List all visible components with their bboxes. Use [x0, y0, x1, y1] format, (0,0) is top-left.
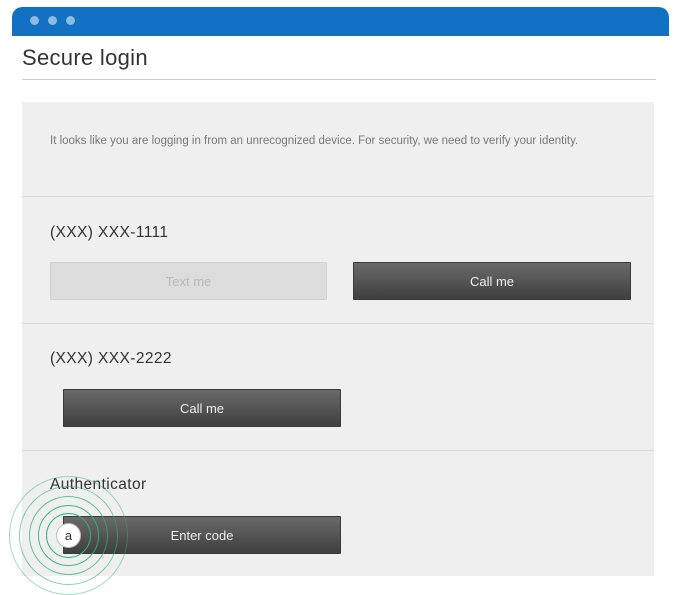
call-me-button-phone-2[interactable]: Call me: [63, 389, 341, 427]
window-maximize-dot[interactable]: [66, 16, 75, 25]
step-marker: a: [56, 523, 81, 548]
call-me-button-phone-1[interactable]: Call me: [353, 262, 631, 300]
section-divider: [22, 196, 654, 197]
security-notice: It looks like you are logging in from an…: [50, 135, 579, 147]
title-divider: [22, 79, 656, 80]
phone-2-label: (XXX) XXX-2222: [50, 350, 172, 367]
section-divider: [22, 323, 654, 324]
window-close-dot[interactable]: [30, 16, 39, 25]
section-divider: [22, 450, 654, 451]
page-title: Secure login: [22, 45, 148, 70]
phone-1-label: (XXX) XXX-1111: [50, 224, 169, 241]
title-bar: [12, 7, 669, 36]
window-minimize-dot[interactable]: [48, 16, 57, 25]
text-me-button[interactable]: Text me: [50, 262, 327, 300]
